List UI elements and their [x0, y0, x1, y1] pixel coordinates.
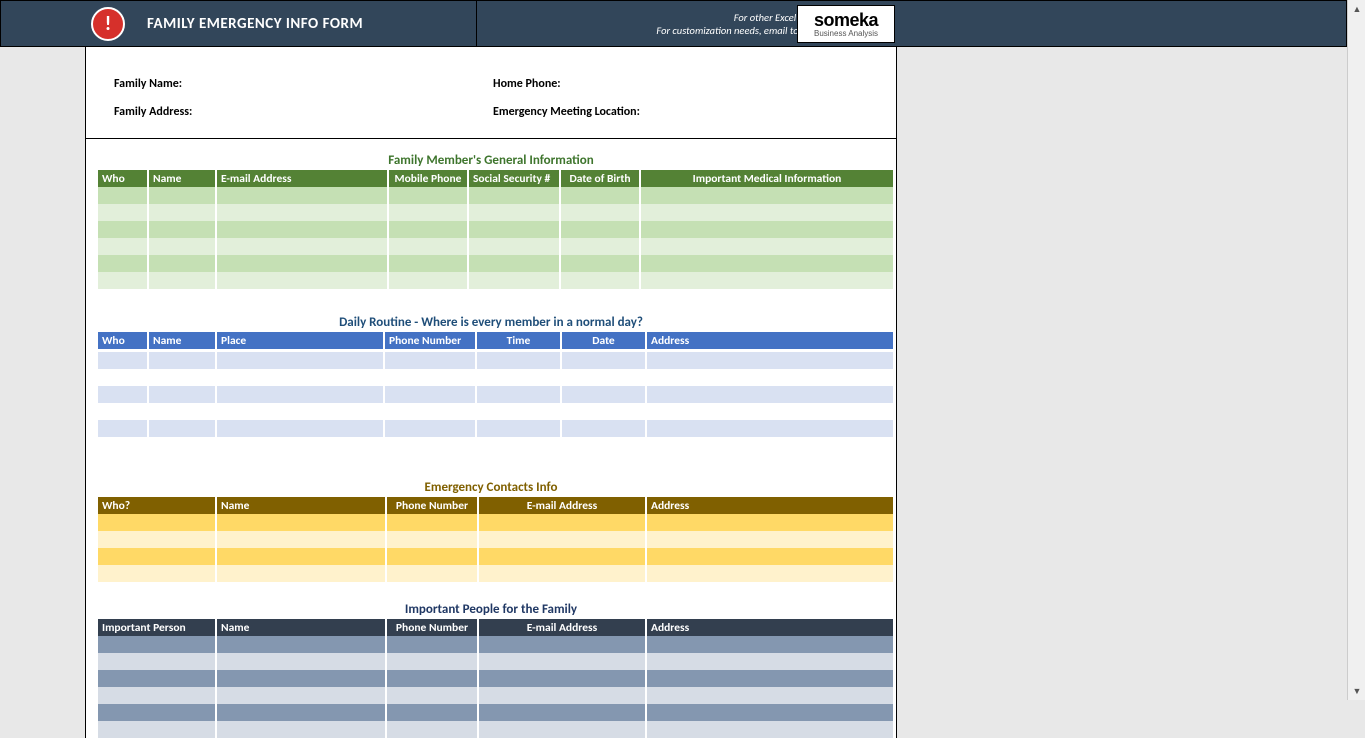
table-row[interactable] [98, 187, 893, 204]
viewport: ! FAMILY EMERGENCY INFO FORM For other E… [0, 0, 1365, 700]
table-row[interactable] [98, 437, 893, 454]
table-header-row: Who Name Place Phone Number Time Date Ad… [98, 332, 893, 349]
col-name: Name [216, 497, 386, 514]
col-phone: Phone Number [386, 619, 478, 636]
table-row[interactable] [98, 687, 893, 704]
table-row[interactable] [98, 369, 893, 386]
form-title: FAMILY EMERGENCY INFO FORM [147, 15, 363, 33]
table-header-row: Important Person Name Phone Number E-mai… [98, 619, 893, 636]
table-row[interactable] [98, 255, 893, 272]
scroll-down-button[interactable]: ▼ [1348, 682, 1365, 700]
section-title-members: Family Member's General Information [86, 139, 896, 170]
scroll-up-button[interactable]: ▲ [1348, 0, 1365, 18]
section-title-routine: Daily Routine - Where is every member in… [86, 301, 896, 332]
col-name: Name [216, 619, 386, 636]
col-phone: Phone Number [386, 497, 478, 514]
col-date: Date [561, 332, 646, 349]
table-row[interactable] [98, 670, 893, 687]
section-title-important: Important People for the Family [86, 588, 896, 619]
col-who: Who [98, 170, 148, 187]
family-info-block: Family Name: Family Address: Home Phone:… [86, 47, 896, 139]
important-people-table[interactable]: Important Person Name Phone Number E-mai… [98, 619, 893, 738]
col-address: Address [646, 332, 893, 349]
col-dob: Date of Birth [560, 170, 640, 187]
table-header-row: Who Name E-mail Address Mobile Phone Soc… [98, 170, 893, 187]
col-email: E-mail Address [478, 619, 646, 636]
col-phone: Phone Number [384, 332, 476, 349]
col-who: Who? [98, 497, 216, 514]
table-row[interactable] [98, 653, 893, 670]
vertical-scrollbar[interactable]: ▲ ▼ [1347, 0, 1365, 700]
daily-routine-table[interactable]: Who Name Place Phone Number Time Date Ad… [98, 332, 893, 349]
table-row[interactable] [98, 514, 893, 531]
form-content: Family Name: Family Address: Home Phone:… [85, 47, 897, 738]
family-members-table[interactable]: Who Name E-mail Address Mobile Phone Soc… [98, 170, 893, 289]
table-row[interactable] [98, 636, 893, 653]
document-area: ! FAMILY EMERGENCY INFO FORM For other E… [0, 0, 1347, 700]
section-title-contacts: Emergency Contacts Info [86, 466, 896, 497]
warning-icon: ! [91, 7, 125, 41]
col-address: Address [646, 497, 893, 514]
someka-logo[interactable]: someka Business Analysis [797, 5, 895, 43]
col-mobile: Mobile Phone [388, 170, 468, 187]
table-row[interactable] [98, 420, 893, 437]
home-phone-label: Home Phone: [493, 77, 561, 91]
table-row[interactable] [98, 721, 893, 738]
col-place: Place [216, 332, 384, 349]
logo-main-text: someka [814, 11, 878, 29]
col-name: Name [148, 170, 216, 187]
emergency-contacts-table[interactable]: Who? Name Phone Number E-mail Address Ad… [98, 497, 893, 582]
col-time: Time [476, 332, 561, 349]
table-row[interactable] [98, 204, 893, 221]
col-ssn: Social Security # [468, 170, 560, 187]
header-bar: ! FAMILY EMERGENCY INFO FORM For other E… [0, 0, 1347, 47]
family-address-label: Family Address: [114, 105, 192, 119]
table-header-row: Who? Name Phone Number E-mail Address Ad… [98, 497, 893, 514]
table-row[interactable] [98, 352, 893, 369]
logo-sub-text: Business Analysis [814, 30, 878, 38]
table-row[interactable] [98, 565, 893, 582]
col-who: Who [98, 332, 148, 349]
table-row[interactable] [98, 272, 893, 289]
family-name-label: Family Name: [114, 77, 182, 91]
table-row[interactable] [98, 531, 893, 548]
col-person: Important Person [98, 619, 216, 636]
table-row[interactable] [98, 386, 893, 403]
table-row[interactable] [98, 238, 893, 255]
col-medical: Important Medical Information [640, 170, 893, 187]
col-address: Address [646, 619, 893, 636]
col-email: E-mail Address [216, 170, 388, 187]
emergency-location-label: Emergency Meeting Location: [493, 105, 640, 119]
col-name: Name [148, 332, 216, 349]
table-row[interactable] [98, 548, 893, 565]
col-email: E-mail Address [478, 497, 646, 514]
header-divider [476, 1, 477, 46]
table-row[interactable] [98, 403, 893, 420]
daily-routine-rows[interactable] [98, 352, 893, 454]
table-row[interactable] [98, 704, 893, 721]
table-row[interactable] [98, 221, 893, 238]
